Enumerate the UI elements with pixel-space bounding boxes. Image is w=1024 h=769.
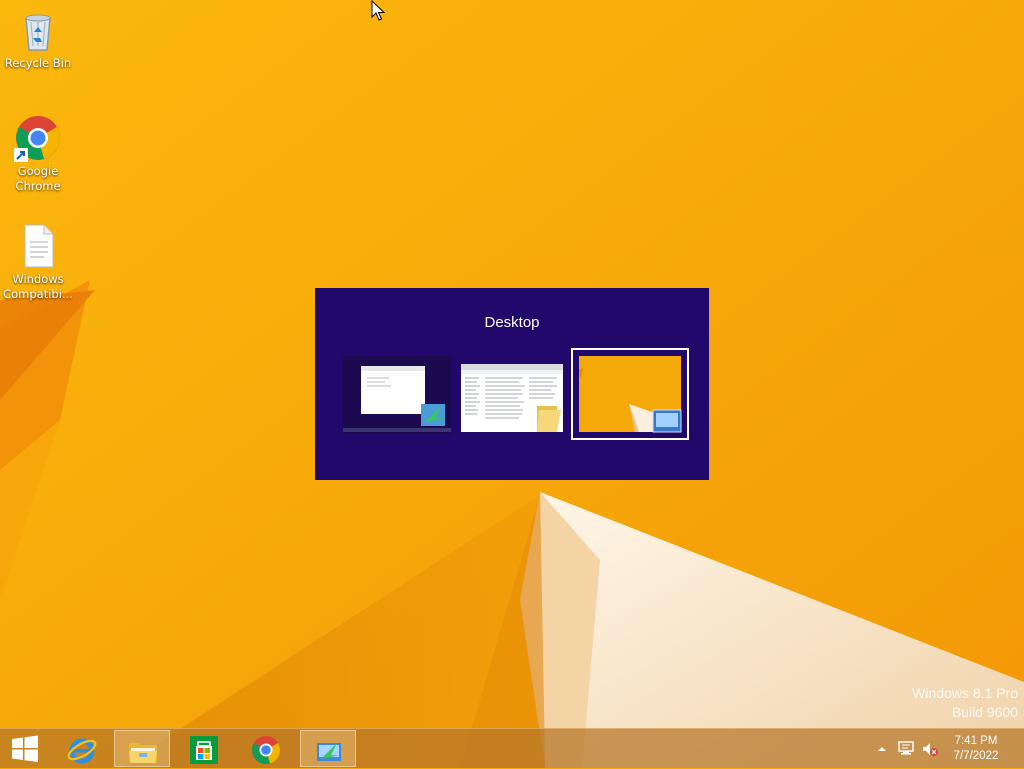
windows-logo-icon [12, 735, 38, 762]
clock-time: 7:41 PM [954, 735, 998, 747]
system-tray: 7:41 PM 7/7/2022 [870, 729, 1024, 769]
installer-icon [317, 743, 341, 761]
switcher-thumbnail-desktop[interactable] [571, 348, 689, 440]
desktop-icon-recycle-bin[interactable]: Recycle Bin [0, 6, 76, 71]
switcher-thumbnail-installer[interactable] [339, 348, 457, 440]
ie-icon [67, 738, 97, 764]
folder-icon [129, 743, 157, 763]
store-icon [190, 736, 218, 764]
volume-muted-icon[interactable] [921, 740, 939, 758]
windows-watermark: Windows 8.1 Pro Build 9600 [912, 684, 1018, 722]
taskbar: 7:41 PM 7/7/2022 [0, 728, 1024, 768]
start-button[interactable] [0, 730, 50, 767]
switcher-title: Desktop [484, 314, 540, 331]
taskbar-internet-explorer[interactable] [54, 730, 110, 767]
watermark-edition: Windows 8.1 Pro [912, 685, 1018, 701]
task-switcher: Desktop [315, 288, 709, 480]
taskbar-chrome[interactable] [238, 730, 294, 767]
clock-date: 7/7/2022 [953, 750, 999, 762]
recycle-bin-icon [14, 6, 62, 54]
desktop-icon-google-chrome[interactable]: Google Chrome [0, 114, 76, 194]
taskbar-store[interactable] [176, 730, 232, 767]
taskbar-file-explorer[interactable] [114, 730, 170, 767]
clock[interactable]: 7:41 PM 7/7/2022 [948, 734, 1004, 764]
show-hidden-icons-icon[interactable] [876, 743, 888, 755]
network-icon[interactable] [897, 740, 915, 758]
desktop-icon-label: Windows Compatibi... [3, 272, 73, 301]
document-icon [14, 222, 62, 270]
switcher-thumbnail-file-explorer[interactable] [453, 348, 571, 440]
desktop-icon-label: Google Chrome [15, 164, 61, 193]
taskbar-installer[interactable] [300, 730, 356, 767]
watermark-build: Build 9600 [951, 704, 1018, 720]
chrome-icon [14, 114, 62, 162]
desktop-icon-windows-compatibility[interactable]: Windows Compatibi... [0, 222, 76, 302]
desktop-icon-label: Recycle Bin [4, 56, 72, 70]
chrome-icon [252, 736, 280, 765]
mouse-cursor-icon [371, 0, 385, 21]
